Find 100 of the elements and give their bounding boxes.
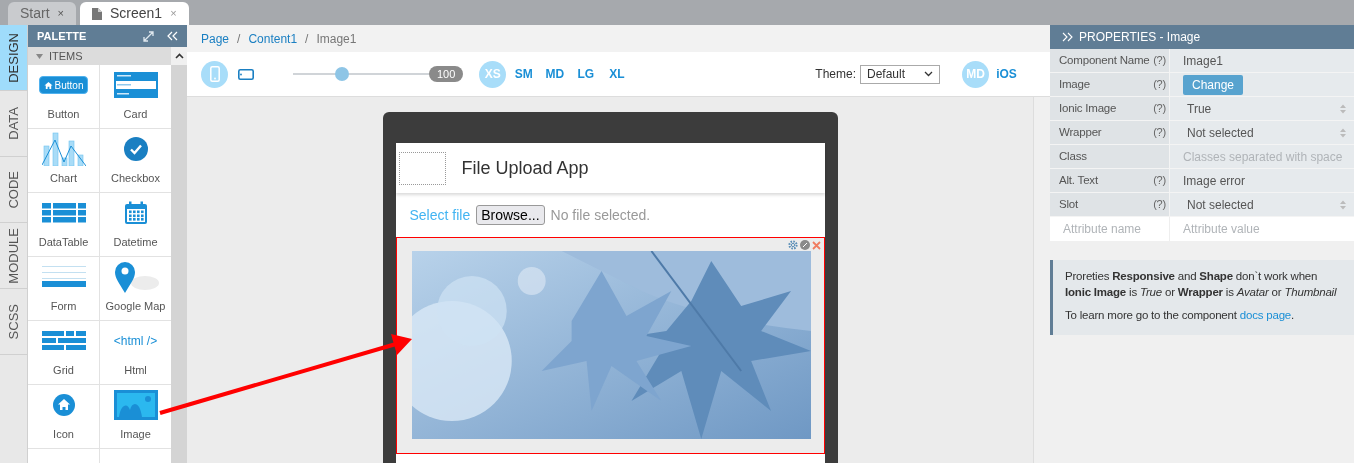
platform-button[interactable]: iOS <box>993 60 1020 88</box>
placeholder-box <box>398 151 446 185</box>
palette-item[interactable]: Grid <box>28 321 99 384</box>
section-header[interactable]: ITEMS <box>28 47 171 65</box>
image-component[interactable] <box>395 237 825 454</box>
palette-cell[interactable] <box>100 449 171 463</box>
palette-item-label: Chart <box>50 170 77 186</box>
browse-button[interactable]: Browse... <box>476 205 545 225</box>
help-hint[interactable]: (?) <box>1153 172 1166 189</box>
property-label-cell: Component Name (?) <box>1050 49 1170 72</box>
palette-item-label: Form <box>50 298 77 314</box>
calendar-icon <box>123 201 148 226</box>
palette-item[interactable]: Card <box>100 65 171 128</box>
card-preview-icon <box>113 72 158 99</box>
breadcrumb-current: Image1 <box>316 30 357 48</box>
palette-item-label: Button <box>47 106 80 122</box>
file-status: No file selected. <box>550 205 651 225</box>
palette-item-label: Checkbox <box>111 170 160 186</box>
breakpoint-button[interactable]: MD <box>541 60 569 88</box>
breakpoint-button[interactable]: SM <box>510 60 538 88</box>
map-pin-icon <box>112 261 159 294</box>
docs-text: To learn more go to the component docs page. <box>1065 308 1296 323</box>
palette-item[interactable]: DataTable <box>28 193 99 256</box>
attribute-name-field[interactable]: Attribute name <box>1050 217 1170 241</box>
palette-item-label: Card <box>123 106 148 122</box>
scrollbar[interactable] <box>1033 97 1050 463</box>
help-hint[interactable]: (?) <box>1153 76 1166 93</box>
property-label-cell: Class <box>1050 145 1170 168</box>
gear-icon[interactable] <box>787 240 798 250</box>
breakpoint-button[interactable]: XL <box>603 60 631 88</box>
double-chevron-right-icon[interactable] <box>1062 32 1073 42</box>
table-preview-icon <box>41 203 86 224</box>
properties-header: PROPERTIES - Image <box>1050 25 1354 49</box>
help-hint[interactable]: (?) <box>1153 100 1166 117</box>
property-label-cell: Wrapper (?) <box>1050 121 1170 144</box>
home-circle-icon <box>52 394 75 417</box>
close-icon[interactable]: × <box>57 5 64 22</box>
palette-item[interactable]: Checkbox <box>100 129 171 192</box>
document-tab[interactable]: Start × <box>8 2 76 25</box>
html-tag-icon: <html /> <box>113 332 158 351</box>
attribute-value-field[interactable]: Attribute value <box>1170 217 1354 241</box>
close-icon[interactable] <box>811 240 821 250</box>
collapse-icon[interactable] <box>143 30 154 42</box>
palette-item[interactable]: Chart <box>28 129 99 192</box>
grid-preview-icon <box>41 331 86 352</box>
button-preview-icon: Button <box>38 76 89 95</box>
palette-item[interactable]: Icon <box>28 385 99 448</box>
breadcrumb-link[interactable]: Page <box>201 29 230 48</box>
spinner-arrows-icon <box>1340 103 1346 114</box>
palette-item[interactable]: <html /> Html <box>100 321 171 384</box>
property-label-cell: Alt. Text (?) <box>1050 169 1170 192</box>
help-hint[interactable]: (?) <box>1153 52 1166 69</box>
spinner-arrows-icon <box>1340 199 1346 210</box>
breakpoint-button[interactable]: LG <box>572 60 600 88</box>
caret-icon <box>36 53 43 59</box>
zoom-value: 100 <box>429 66 464 82</box>
breadcrumb-separator: / <box>305 30 309 48</box>
palette-item-label: Google Map <box>105 298 166 314</box>
palette-item[interactable]: Google Map <box>100 257 171 320</box>
side-tab[interactable]: DESIGN <box>0 25 27 91</box>
screen-title: File Upload App <box>461 156 589 180</box>
palette-item-label: DataTable <box>38 234 89 250</box>
palette-item[interactable]: Button Button <box>28 65 99 128</box>
zoom-slider[interactable] <box>293 67 429 81</box>
form-preview-icon <box>41 266 86 289</box>
property-label-cell: Ionic Image (?) <box>1050 97 1170 120</box>
document-tab[interactable]: Screen1 × <box>80 2 189 25</box>
palette-header: PALETTE <box>28 25 187 47</box>
palette-item-label: Grid <box>53 362 74 378</box>
property-label-cell: Slot (?) <box>1050 193 1170 216</box>
palette-item-label: Icon <box>53 426 74 442</box>
help-hint[interactable]: (?) <box>1153 124 1166 141</box>
help-hint[interactable]: (?) <box>1153 196 1166 213</box>
property-label-cell: Image (?) <box>1050 73 1170 96</box>
breadcrumb-link[interactable]: Content1 <box>248 29 298 48</box>
palette-item[interactable]: Datetime <box>100 193 171 256</box>
link-circle-icon[interactable] <box>799 240 810 250</box>
palette-cell[interactable] <box>28 449 99 463</box>
note-text: Proreties Responsive and Shape don`t work when Ionic Image is True or Wrapper is Avatar or Thumbnail <box>1065 269 1338 300</box>
slider-thumb[interactable] <box>334 67 349 81</box>
image-preview-icon <box>113 390 158 421</box>
phone-icon <box>209 66 220 82</box>
property-value[interactable]: Image1 <box>1183 51 1224 70</box>
theme-select[interactable]: Default <box>860 64 940 84</box>
theme-label: Theme: <box>815 66 856 83</box>
chart-preview-icon <box>41 131 86 166</box>
chevron-down-icon <box>924 71 933 77</box>
file-label: Select file <box>409 205 471 225</box>
palette-item-label: Datetime <box>113 234 158 250</box>
tablet-icon <box>237 68 254 80</box>
chevron-up-icon[interactable] <box>174 53 184 59</box>
palette-item-label: Html <box>124 362 147 378</box>
palette-item-label: Image <box>120 426 151 442</box>
palette-item[interactable]: Image <box>100 385 171 448</box>
scrollbar[interactable] <box>171 47 187 463</box>
spinner-arrows-icon <box>1340 127 1346 138</box>
palette-item[interactable]: Form <box>28 257 99 320</box>
double-chevron-left-icon[interactable] <box>166 31 178 41</box>
file-icon <box>92 7 102 20</box>
checkmark-circle-icon <box>123 137 148 162</box>
